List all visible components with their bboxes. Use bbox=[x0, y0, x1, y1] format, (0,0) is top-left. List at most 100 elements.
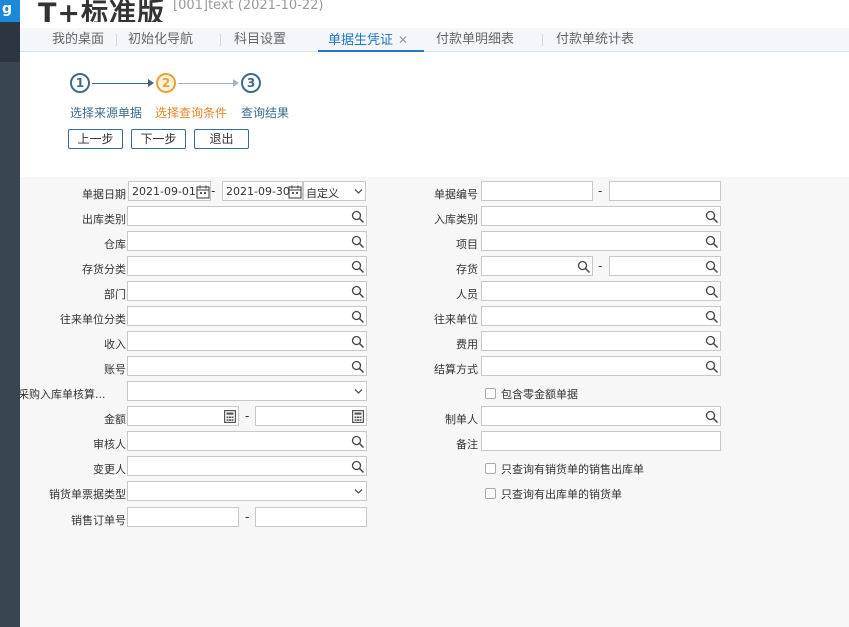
search-icon[interactable] bbox=[705, 335, 719, 349]
date-from-input[interactable]: 2021-09-01 bbox=[128, 181, 211, 201]
exit-button[interactable]: 退出 bbox=[194, 129, 249, 149]
doc-no-to-input[interactable] bbox=[609, 181, 721, 201]
calculator-icon[interactable] bbox=[224, 410, 236, 423]
partner-label: 往来单位 bbox=[434, 313, 478, 326]
tab-divider bbox=[116, 34, 117, 46]
search-icon[interactable] bbox=[351, 285, 365, 299]
income-input[interactable] bbox=[127, 331, 367, 351]
chevron-down-icon bbox=[354, 389, 363, 394]
settlement-input[interactable] bbox=[481, 356, 721, 376]
search-icon[interactable] bbox=[705, 285, 719, 299]
search-icon[interactable] bbox=[351, 335, 365, 349]
search-icon[interactable] bbox=[705, 235, 719, 249]
calculator-icon[interactable] bbox=[352, 410, 364, 423]
step-3-label[interactable]: 查询结果 bbox=[241, 104, 289, 121]
date-from-value: 2021-09-01 bbox=[132, 185, 196, 198]
sales-order-from-input[interactable] bbox=[127, 507, 239, 527]
step-2-label[interactable]: 选择查询条件 bbox=[155, 104, 227, 121]
side-badge-text: g bbox=[2, 1, 13, 17]
prev-step-button[interactable]: 上一步 bbox=[68, 129, 123, 149]
range-dash: - bbox=[598, 259, 603, 273]
inventory-to-input[interactable] bbox=[609, 256, 721, 276]
tab-payment-detail[interactable]: 付款单明细表 bbox=[436, 28, 514, 52]
search-icon[interactable] bbox=[351, 210, 365, 224]
amount-to-input[interactable] bbox=[255, 406, 367, 426]
date-to-value: 2021-09-30 bbox=[226, 185, 290, 198]
search-icon[interactable] bbox=[351, 435, 365, 449]
search-icon[interactable] bbox=[577, 260, 591, 274]
partner-input[interactable] bbox=[481, 306, 721, 326]
staff-input[interactable] bbox=[481, 281, 721, 301]
side-badge[interactable]: g bbox=[0, 0, 20, 22]
app-logo: T+标准版 bbox=[38, 0, 166, 22]
tab-label: 单据生凭证 bbox=[328, 33, 394, 48]
search-icon[interactable] bbox=[705, 210, 719, 224]
changer-label: 变更人 bbox=[93, 463, 126, 476]
next-step-button[interactable]: 下一步 bbox=[131, 129, 186, 149]
calendar-icon[interactable] bbox=[288, 185, 302, 199]
range-dash: - bbox=[211, 184, 216, 198]
tab-payment-stats[interactable]: 付款单统计表 bbox=[556, 28, 634, 52]
sales-invoice-type-select[interactable] bbox=[127, 481, 367, 501]
tab-subject-settings[interactable]: 科目设置 bbox=[234, 28, 286, 52]
step-1-label[interactable]: 选择来源单据 bbox=[70, 104, 142, 121]
settlement-label: 结算方式 bbox=[434, 363, 478, 376]
inventory-category-input[interactable] bbox=[127, 256, 367, 276]
step-1-circle: 1 bbox=[70, 73, 90, 93]
range-dash: - bbox=[245, 409, 250, 423]
remark-input[interactable] bbox=[481, 431, 721, 451]
tab-label: 付款单明细表 bbox=[436, 32, 515, 47]
creator-input[interactable] bbox=[481, 406, 721, 426]
sales-order-to-input[interactable] bbox=[255, 507, 367, 527]
only-sales-out-checkbox[interactable] bbox=[485, 463, 496, 474]
sales-invoice-type-label: 销货单票据类型 bbox=[49, 488, 126, 501]
outbound-type-input[interactable] bbox=[127, 206, 367, 226]
tab-my-desktop[interactable]: 我的桌面 bbox=[52, 28, 104, 52]
inbound-type-label: 入库类别 bbox=[434, 213, 478, 226]
project-input[interactable] bbox=[481, 231, 721, 251]
tab-label: 科目设置 bbox=[234, 32, 287, 47]
doc-no-from-input[interactable] bbox=[481, 181, 593, 201]
search-icon[interactable] bbox=[351, 310, 365, 324]
search-icon[interactable] bbox=[351, 460, 365, 474]
close-icon[interactable]: ✕ bbox=[398, 33, 408, 47]
step-2-circle: 2 bbox=[156, 73, 176, 93]
remark-label: 备注 bbox=[456, 438, 478, 451]
department-input[interactable] bbox=[127, 281, 367, 301]
doc-date-label: 单据日期 bbox=[82, 188, 126, 201]
account-input[interactable] bbox=[127, 356, 367, 376]
amount-from-input[interactable] bbox=[127, 406, 239, 426]
account-info: [001]text (2021-10-22) bbox=[173, 0, 324, 13]
search-icon[interactable] bbox=[351, 360, 365, 374]
inbound-type-input[interactable] bbox=[481, 206, 721, 226]
project-label: 项目 bbox=[456, 238, 478, 251]
date-range-select[interactable]: 自定义 bbox=[303, 181, 366, 201]
tab-label: 初始化导航 bbox=[128, 32, 194, 47]
tab-divider bbox=[542, 34, 543, 46]
calendar-icon[interactable] bbox=[196, 185, 210, 199]
inventory-from-input[interactable] bbox=[481, 256, 593, 276]
date-to-input[interactable]: 2021-09-30 bbox=[222, 181, 303, 201]
search-icon[interactable] bbox=[705, 310, 719, 324]
partner-category-input[interactable] bbox=[127, 306, 367, 326]
include-zero-checkbox[interactable] bbox=[485, 388, 496, 399]
search-icon[interactable] bbox=[705, 360, 719, 374]
search-icon[interactable] bbox=[351, 260, 365, 274]
changer-input[interactable] bbox=[127, 456, 367, 476]
search-icon[interactable] bbox=[705, 260, 719, 274]
expense-label: 费用 bbox=[456, 338, 478, 351]
account-label: 账号 bbox=[104, 363, 126, 376]
date-range-value: 自定义 bbox=[306, 187, 339, 200]
search-icon[interactable] bbox=[351, 235, 365, 249]
only-out-sales-checkbox[interactable] bbox=[485, 488, 496, 499]
purchase-check-select[interactable] bbox=[127, 381, 367, 401]
warehouse-input[interactable] bbox=[127, 231, 367, 251]
left-sidebar: g bbox=[0, 0, 20, 627]
reviewer-input[interactable] bbox=[127, 431, 367, 451]
expense-input[interactable] bbox=[481, 331, 721, 351]
tab-voucher-generation[interactable]: 单据生凭证 ✕ bbox=[318, 28, 424, 52]
search-icon[interactable] bbox=[705, 410, 719, 424]
range-dash: - bbox=[245, 510, 250, 524]
sales-order-no-label: 销售订单号 bbox=[71, 514, 126, 527]
tab-init-guide[interactable]: 初始化导航 bbox=[128, 28, 193, 52]
